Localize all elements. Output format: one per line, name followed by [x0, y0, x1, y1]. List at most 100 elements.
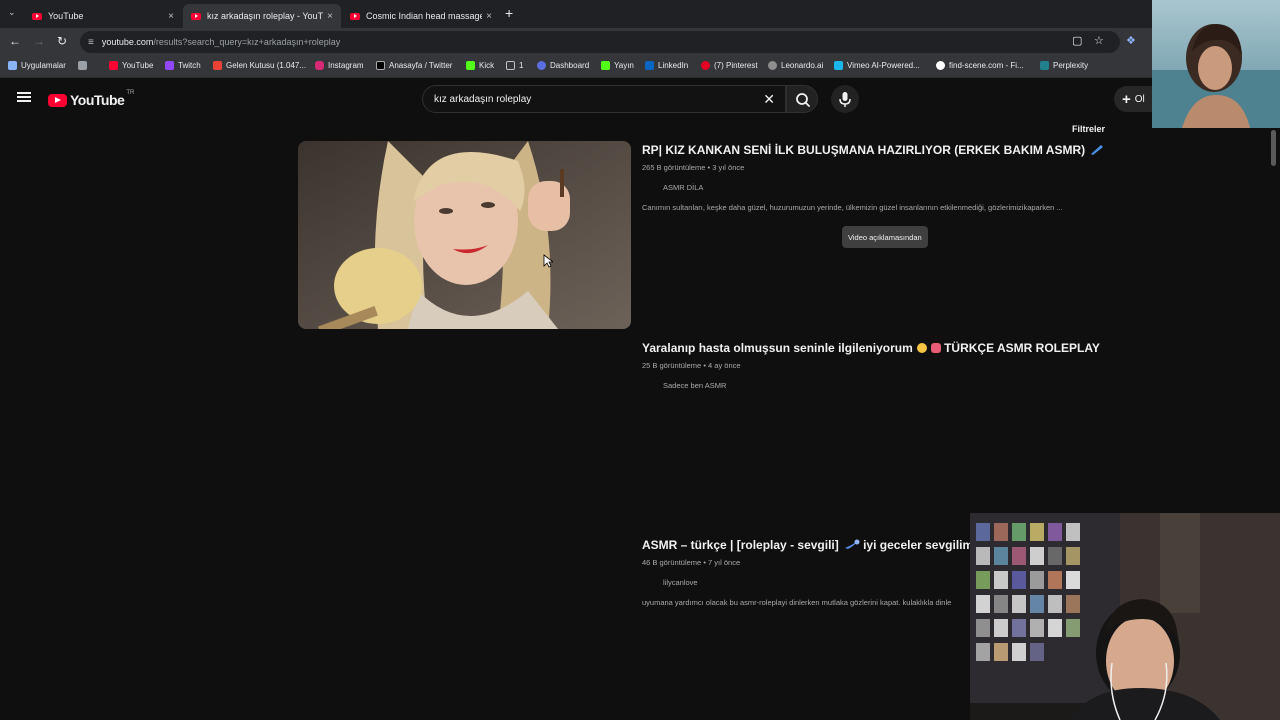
grid-icon [78, 61, 87, 70]
screen: ⌄ YouTube × kız arkadaşın roleplay - You… [0, 0, 1280, 720]
webcam-feed-image [1152, 0, 1280, 128]
tab-close-icon[interactable]: × [486, 11, 492, 22]
new-tab-icon[interactable]: + [505, 5, 513, 21]
webcam-overlay-guest [1152, 0, 1280, 128]
tab-search-chevron-icon[interactable]: ⌄ [8, 7, 16, 18]
upload-age: 4 ay önce [708, 361, 741, 370]
thumbnail-image [298, 141, 631, 329]
bookmark-grid[interactable] [78, 61, 91, 70]
bookmark-folder[interactable]: 1 [506, 61, 523, 70]
youtube-favicon-icon [32, 12, 42, 20]
tab-cosmic-massage[interactable]: Cosmic Indian head massage × [342, 4, 500, 28]
bookmarks-bar: Uygulamalar YouTube Twitch Gelen Kutusu … [0, 56, 1280, 78]
youtube-favicon-icon [350, 12, 360, 20]
bookmark-find-scene[interactable]: find-scene.com - Fi... [936, 61, 1024, 70]
page-scrollbar[interactable] [1271, 130, 1276, 166]
face-emoji-icon [916, 343, 927, 353]
bookmark-star-icon[interactable]: ☆ [1094, 34, 1104, 47]
bookmark-gmail[interactable]: Gelen Kutusu (1.047... [213, 61, 306, 70]
bookmark-pinterest[interactable]: (7) Pinterest [701, 61, 758, 70]
blue-comb-emoji-icon [1091, 145, 1104, 155]
tab-close-icon[interactable]: × [168, 11, 174, 22]
plus-icon: + [1122, 90, 1131, 108]
voice-search-button[interactable] [831, 85, 859, 113]
video-title[interactable]: RP| KIZ KANKAN SENİ İLK BULUŞMANA HAZIRL… [642, 143, 1202, 157]
upload-age: 7 yıl önce [708, 558, 741, 567]
instagram-icon [315, 61, 324, 70]
result-item-1: RP| KIZ KANKAN SENİ İLK BULUŞMANA HAZIRL… [642, 143, 1202, 212]
forward-icon[interactable]: → [33, 34, 45, 48]
browser-tab-bar: ⌄ YouTube × kız arkadaşın roleplay - You… [0, 0, 1280, 28]
youtube-wordmark: YouTube [70, 92, 125, 108]
bookmark-apps[interactable]: Uygulamalar [8, 61, 66, 70]
site-info-icon[interactable]: ≡ [88, 37, 94, 48]
search-icon [796, 93, 810, 107]
video-meta: 265 B görüntüleme • 3 yıl önce [642, 163, 1202, 172]
view-count: 265 B görüntüleme [642, 163, 706, 172]
vimeo-icon [834, 61, 843, 70]
bookmark-linkedin[interactable]: LinkedIn [645, 61, 688, 70]
apps-grid-icon [8, 61, 17, 70]
youtube-logo[interactable]: YouTube TR [48, 90, 135, 108]
tab-title: Cosmic Indian head massage [366, 11, 483, 21]
bookmark-vimeo[interactable]: Vimeo AI-Powered... [834, 61, 920, 70]
channel-name[interactable]: ASMR DİLA [663, 183, 1202, 192]
bookmark-youtube[interactable]: YouTube [109, 61, 153, 70]
result-item-2: Yaralanıp hasta olmuşsun seninle ilgilen… [642, 341, 1202, 390]
view-count: 25 B görüntüleme [642, 361, 702, 370]
filters-button[interactable]: Filtreler [1072, 124, 1105, 134]
youtube-play-icon [48, 93, 67, 107]
meta-separator: • [703, 558, 706, 567]
tab-search-results[interactable]: kız arkadaşın roleplay - YouTube × [183, 4, 341, 28]
menu-icon[interactable] [17, 92, 31, 102]
webcam-overlay-streamer [970, 513, 1280, 720]
search-input[interactable]: kız arkadaşın roleplay ✕ [422, 85, 786, 113]
kick-icon [601, 61, 610, 70]
search-query-text: kız arkadaşın roleplay [434, 93, 532, 105]
video-description: Canımın sultanları, keşke daha güzel, hu… [642, 203, 1063, 212]
find-scene-icon [936, 61, 945, 70]
leonardo-icon [768, 61, 777, 70]
microphone-icon [839, 92, 851, 107]
meta-separator: • [703, 361, 706, 370]
tab-close-icon[interactable]: × [327, 11, 333, 22]
bookmark-twitch[interactable]: Twitch [165, 61, 201, 70]
view-count: 46 B görüntüleme [642, 558, 702, 567]
extension-icon[interactable]: ❖ [1126, 34, 1136, 47]
bookmark-kick[interactable]: Kick [466, 61, 494, 70]
search-button[interactable] [786, 85, 818, 113]
webcam-feed-image [970, 513, 1280, 720]
meta-separator: • [707, 163, 711, 172]
bookmark-yayin[interactable]: Yayın [601, 61, 634, 70]
mouse-cursor-icon [543, 254, 553, 268]
back-icon[interactable]: ← [9, 34, 21, 48]
comet-emoji-icon [844, 539, 860, 549]
clear-search-icon[interactable]: ✕ [763, 91, 775, 108]
tab-youtube[interactable]: YouTube × [24, 4, 182, 28]
reload-icon[interactable]: ↻ [57, 34, 67, 48]
browser-toolbar: ← → ↻ ≡ youtube.com/results?search_query… [0, 28, 1280, 56]
perplexity-icon [1040, 61, 1049, 70]
video-meta: 25 B görüntüleme • 4 ay önce [642, 361, 1202, 370]
description-snippet-chip: Video açıklamasından [842, 226, 928, 248]
country-code: TR [126, 90, 135, 96]
video-thumbnail[interactable] [298, 141, 631, 329]
video-title[interactable]: Yaralanıp hasta olmuşsun seninle ilgilen… [642, 341, 1202, 355]
x-icon [376, 61, 385, 70]
url-path: /results?search_query=kız+arkadaşın+role… [153, 37, 341, 47]
channel-name[interactable]: Sadece ben ASMR [663, 381, 1202, 390]
address-bar[interactable]: ≡ youtube.com/results?search_query=kız+a… [80, 31, 1120, 53]
gmail-icon [213, 61, 222, 70]
kick-icon [466, 61, 475, 70]
bookmark-dashboard[interactable]: Dashboard [537, 61, 589, 70]
bookmark-twitter[interactable]: Anasayfa / Twitter [376, 61, 452, 70]
bookmark-instagram[interactable]: Instagram [315, 61, 364, 70]
bookmark-perplexity[interactable]: Perplexity [1040, 61, 1088, 70]
url-domain: youtube.com [101, 37, 154, 47]
bookmark-leonardo[interactable]: Leonardo.ai [768, 61, 823, 70]
upload-age: 3 yıl önce [712, 163, 745, 172]
tab-title: YouTube [48, 11, 84, 21]
pinterest-icon [701, 61, 710, 70]
youtube-icon [109, 61, 118, 70]
install-app-icon[interactable]: ▢ [1072, 34, 1082, 47]
